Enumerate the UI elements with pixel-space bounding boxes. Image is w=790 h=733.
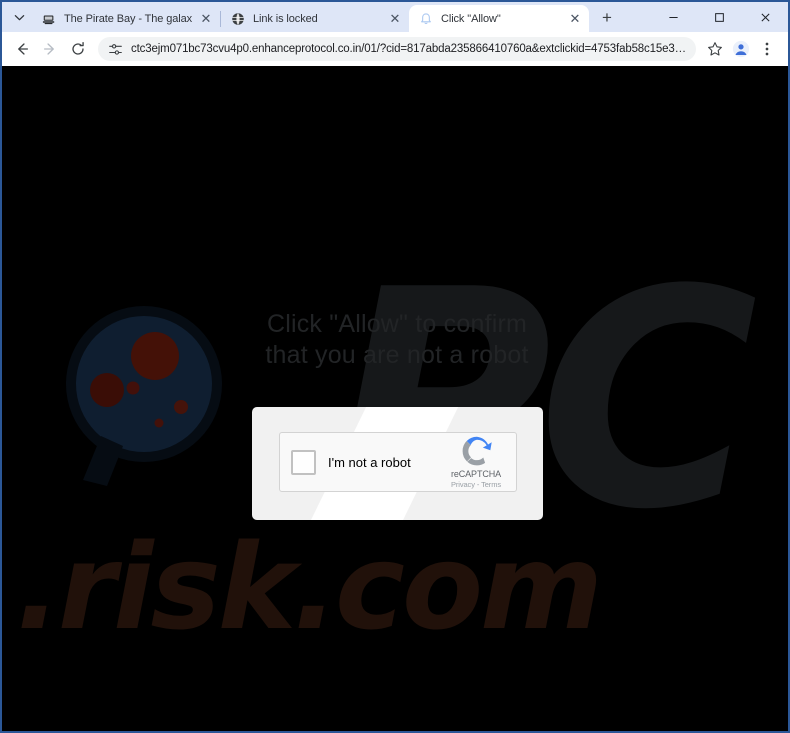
recaptcha-logo-icon xyxy=(462,436,492,466)
tab-title: Click "Allow" xyxy=(441,12,501,25)
page-viewport: PC .risk.com Click "Allow" to confirm th… xyxy=(2,66,788,731)
browser-toolbar: ctc3ejm071bc73cvu4p0.enhanceprotocol.co.… xyxy=(2,32,788,66)
new-tab-button[interactable]: + xyxy=(593,3,621,31)
arrow-left-icon xyxy=(18,43,28,55)
ship-icon xyxy=(41,11,57,27)
kebab-menu-icon xyxy=(765,42,769,56)
tab-close-button[interactable]: ✕ xyxy=(198,11,214,27)
tab-strip: The Pirate Bay - The galaxy's m ✕ Link i… xyxy=(2,2,788,32)
headline-line-1: Click "Allow" to confirm xyxy=(266,310,528,338)
chevron-down-icon xyxy=(14,14,24,20)
globe-icon xyxy=(230,11,246,27)
browser-window: The Pirate Bay - The galaxy's m ✕ Link i… xyxy=(0,0,790,733)
page-headline: Click "Allow" to confirm that you are no… xyxy=(2,309,788,370)
url-text: ctc3ejm071bc73cvu4p0.enhanceprotocol.co.… xyxy=(131,43,688,55)
recaptcha-widget[interactable]: I'm not a robot reCAPTCHA Privacy - Term… xyxy=(279,432,517,492)
maximize-icon xyxy=(714,12,724,22)
avatar-icon xyxy=(732,40,750,58)
background-watermark-layer: PC .risk.com xyxy=(2,66,788,731)
reload-button[interactable] xyxy=(64,35,92,63)
tab-search-button[interactable] xyxy=(6,5,32,29)
watermark-domain-text: .risk.com xyxy=(16,518,603,656)
tab-title: The Pirate Bay - The galaxy's m xyxy=(64,12,192,25)
bell-icon xyxy=(418,11,434,27)
back-button[interactable] xyxy=(8,35,36,63)
tab-pirate-bay[interactable]: The Pirate Bay - The galaxy's m ✕ xyxy=(32,5,220,32)
profile-button[interactable] xyxy=(728,36,754,62)
close-window-button[interactable] xyxy=(742,2,788,32)
minimize-button[interactable] xyxy=(650,2,696,32)
arrow-right-icon xyxy=(44,43,54,55)
recaptcha-brand-name: reCAPTCHA xyxy=(450,469,502,479)
tab-click-allow[interactable]: Click "Allow" ✕ xyxy=(409,5,589,32)
bookmark-button[interactable] xyxy=(702,36,728,62)
tab-link-is-locked[interactable]: Link is locked ✕ xyxy=(221,5,409,32)
minimize-icon xyxy=(668,16,678,18)
site-settings-icon[interactable] xyxy=(107,41,123,57)
recaptcha-label: I'm not a robot xyxy=(328,454,411,470)
star-icon xyxy=(708,42,722,56)
recaptcha-card: I'm not a robot reCAPTCHA Privacy - Term… xyxy=(252,407,543,520)
close-icon xyxy=(760,12,770,22)
address-bar[interactable]: ctc3ejm071bc73cvu4p0.enhanceprotocol.co.… xyxy=(98,37,696,61)
tab-title: Link is locked xyxy=(253,12,318,25)
chrome-menu-button[interactable] xyxy=(754,36,780,62)
reload-icon xyxy=(72,42,84,55)
tab-close-button[interactable]: ✕ xyxy=(567,11,583,27)
recaptcha-checkbox[interactable] xyxy=(291,449,316,475)
forward-button[interactable] xyxy=(36,35,64,63)
magnifying-glass-icon xyxy=(66,306,222,486)
headline-line-2: that you are not a robot xyxy=(265,340,529,369)
window-controls xyxy=(650,2,788,32)
recaptcha-privacy-terms[interactable]: Privacy - Terms xyxy=(451,480,501,489)
tab-close-button[interactable]: ✕ xyxy=(387,11,403,27)
maximize-button[interactable] xyxy=(696,2,742,32)
recaptcha-branding[interactable]: reCAPTCHA Privacy - Terms xyxy=(440,435,512,489)
